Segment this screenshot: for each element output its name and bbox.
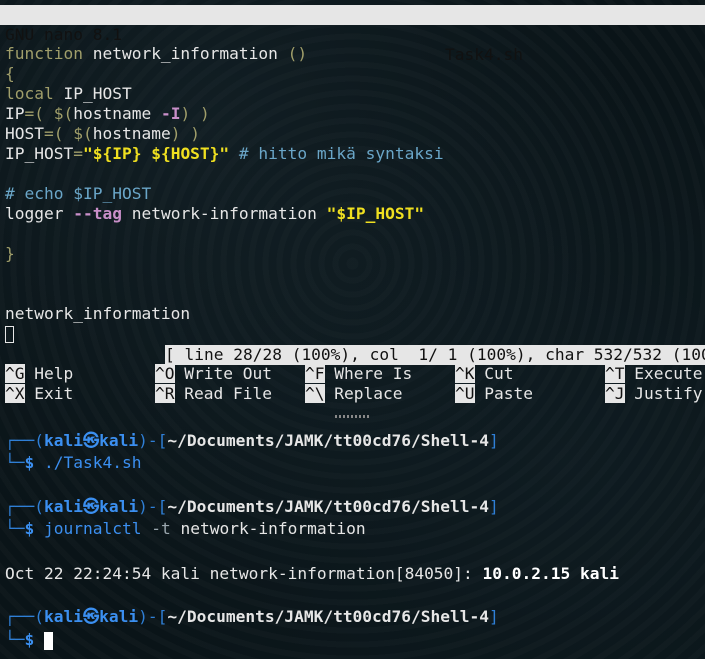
pane-split-handle[interactable] bbox=[0, 413, 705, 421]
shell-command-line: └─$ ./Task4.sh bbox=[5, 453, 142, 472]
shell-input-line[interactable]: └─$ bbox=[5, 629, 53, 651]
shortcut-write-out[interactable]: ^O Write Out bbox=[155, 364, 272, 384]
code-line-9: logger --tag network-information "$IP_HO… bbox=[5, 204, 425, 223]
shortcut-exit[interactable]: ^X Exit bbox=[5, 384, 73, 404]
shortcut-cut[interactable]: ^K Cut bbox=[455, 364, 513, 384]
shell-prompt: ┌──(kali㉿kali)-[~/Documents/JAMK/tt00cd7… bbox=[5, 607, 499, 626]
shortcut-paste[interactable]: ^U Paste bbox=[455, 384, 533, 404]
code-line-11: } bbox=[5, 244, 15, 263]
text-cursor bbox=[5, 326, 14, 343]
nano-title-bar: GNU nano 8.1 Task4.sh bbox=[0, 5, 705, 64]
shortcut-justify[interactable]: ^J Justify bbox=[605, 384, 702, 404]
nano-app-title: GNU nano 8.1 bbox=[5, 25, 122, 44]
journal-output-line: Oct 22 22:24:54 kali network-information… bbox=[5, 564, 619, 583]
nano-file-name: Task4.sh bbox=[445, 45, 523, 64]
code-line-14: network_information bbox=[5, 304, 191, 323]
shell-command-line: └─$ journalctl -t network-information bbox=[5, 519, 366, 538]
shortcut-help[interactable]: ^G Help bbox=[5, 364, 73, 384]
code-line-3: local IP_HOST bbox=[5, 84, 132, 103]
shell-prompt: ┌──(kali㉿kali)-[~/Documents/JAMK/tt00cd7… bbox=[5, 497, 499, 516]
terminal-cursor bbox=[44, 631, 53, 650]
nano-status-bar: [ line 28/28 (100%), col 1/ 1 (100%), ch… bbox=[165, 345, 705, 365]
shortcut-execute[interactable]: ^T Execute bbox=[605, 364, 702, 384]
code-line-1: function network_information () bbox=[5, 44, 308, 63]
shortcut-replace[interactable]: ^\ Replace bbox=[305, 384, 402, 404]
code-line-2: { bbox=[5, 64, 15, 83]
code-line-6: IP_HOST="${IP} ${HOST}" # hitto mikä syn… bbox=[5, 144, 444, 163]
code-line-8: # echo $IP_HOST bbox=[5, 184, 152, 203]
shortcut-read-file[interactable]: ^R Read File bbox=[155, 384, 272, 404]
nano-cursor-line bbox=[5, 324, 14, 344]
split-grip-icon bbox=[335, 415, 371, 418]
shell-prompt: ┌──(kali㉿kali)-[~/Documents/JAMK/tt00cd7… bbox=[5, 431, 499, 450]
code-line-4: IP=( $(hostname -I) ) bbox=[5, 104, 210, 123]
shortcut-where-is[interactable]: ^F Where Is bbox=[305, 364, 412, 384]
code-line-5: HOST=( $(hostname) ) bbox=[5, 124, 200, 143]
